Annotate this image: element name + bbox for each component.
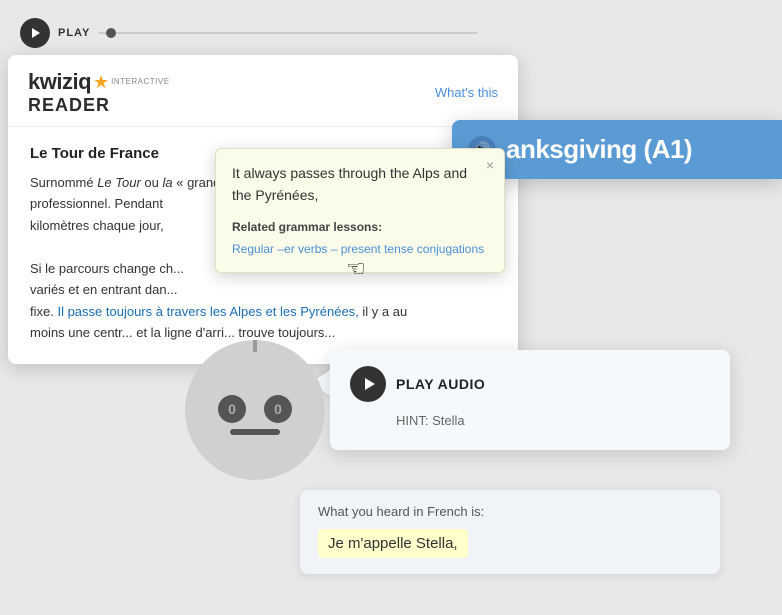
article-ou: ou xyxy=(141,175,163,190)
progress-dot xyxy=(106,28,116,38)
hint-text: HINT: Stella xyxy=(396,413,465,428)
logo-wrapper: kwiziq ★ interactive READER xyxy=(28,69,170,116)
article-p10: moins une centr... et la ligne d'arri...… xyxy=(30,325,335,340)
logo-area: kwiziq ★ interactive READER xyxy=(28,69,170,116)
play-label: PLAY xyxy=(58,27,90,39)
logo-kwiziq: kwiziq xyxy=(28,69,91,95)
robot-face: 0 0 xyxy=(218,395,292,435)
highlighted-sentence: Il passe toujours à travers les Alpes et… xyxy=(57,304,358,319)
article-p9: il y a au xyxy=(359,304,407,319)
cursor-hand-icon: ☞ xyxy=(346,256,366,282)
tooltip-popup: × It always passes through the Alps and … xyxy=(215,148,505,273)
progress-bar[interactable] xyxy=(98,32,478,34)
tooltip-close-button[interactable]: × xyxy=(486,157,494,173)
audio-card: PLAY AUDIO HINT: Stella xyxy=(330,350,730,450)
article-p5: kilomètres chaque jour, xyxy=(30,218,164,233)
tooltip-grammar-link[interactable]: Regular –er verbs – present tense conjug… xyxy=(232,242,484,256)
logo-reader-text: READER xyxy=(28,95,110,116)
robot-right-eye: 0 xyxy=(264,395,292,423)
play-audio-label: PLAY AUDIO xyxy=(396,376,485,392)
whats-this-link[interactable]: What's this xyxy=(435,85,498,100)
robot-area: 0 0 xyxy=(185,340,325,480)
play-bar: PLAY xyxy=(20,18,478,48)
play-audio-icon xyxy=(350,366,386,402)
tooltip-translation: It always passes through the Alps and th… xyxy=(232,163,488,206)
article-p4: professionnel. Pendant xyxy=(30,196,163,211)
article-p7: variés et en entrant dan... xyxy=(30,282,177,297)
article-fixe: fixe. xyxy=(30,304,57,319)
reader-header: kwiziq ★ interactive READER What's this xyxy=(8,55,518,127)
thanksgiving-title: anksgiving (A1) xyxy=(506,134,692,165)
robot-antenna-stem xyxy=(253,340,257,352)
article-p6: Si le parcours change ch... xyxy=(30,261,184,276)
robot-antenna xyxy=(247,340,263,352)
article-p1: Surnommé xyxy=(30,175,97,190)
robot-circle: 0 0 xyxy=(185,340,325,480)
robot-left-eye: 0 xyxy=(218,395,246,423)
tooltip-related-label: Related grammar lessons: xyxy=(232,220,488,234)
play-button[interactable] xyxy=(20,18,50,48)
article-em1: Le Tour xyxy=(97,175,141,190)
logo-star-icon: ★ xyxy=(93,72,109,93)
logo-interactive-text: interactive xyxy=(111,78,169,86)
play-audio-button[interactable]: PLAY AUDIO xyxy=(350,366,710,402)
logo-top-row: kwiziq ★ interactive xyxy=(28,69,170,95)
transcript-area: What you heard in French is: Je m'appell… xyxy=(300,490,720,574)
robot-eyes: 0 0 xyxy=(218,395,292,423)
transcript-label: What you heard in French is: xyxy=(318,504,702,519)
robot-mouth xyxy=(230,429,280,435)
article-em2: la xyxy=(163,175,173,190)
transcript-value: Je m'appelle Stella, xyxy=(318,529,468,558)
